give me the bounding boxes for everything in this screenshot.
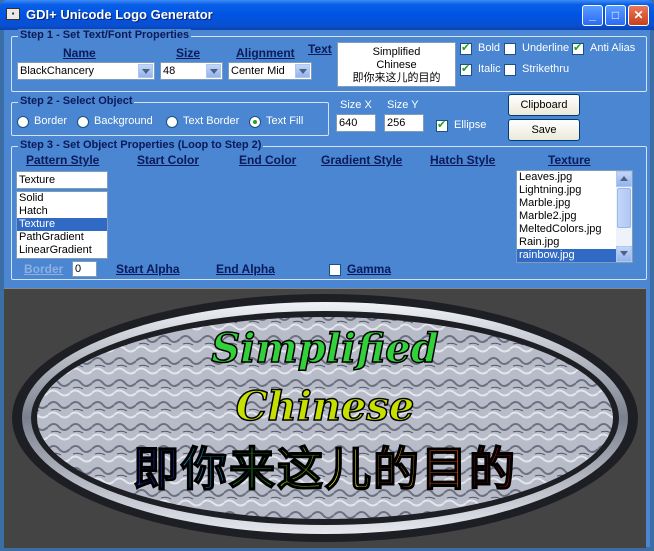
end-alpha-header[interactable]: End Alpha xyxy=(216,262,275,276)
strikethru-checkbox[interactable] xyxy=(504,64,516,76)
chevron-down-icon[interactable] xyxy=(138,64,153,78)
bold-label: Bold xyxy=(478,42,501,54)
gamma-checkbox[interactable] xyxy=(329,264,341,276)
size-y-label: Size Y xyxy=(387,99,419,111)
texture-item-leaves[interactable]: Leaves.jpg xyxy=(517,171,632,184)
size-label: Size xyxy=(176,46,201,60)
size-x-input[interactable]: 640 xyxy=(336,114,376,132)
border-label: Border xyxy=(24,262,64,276)
texture-item-rain[interactable]: Rain.jpg xyxy=(517,236,632,249)
logo-line3-char: 这 xyxy=(276,441,325,497)
italic-label: Italic xyxy=(478,63,501,75)
radio-text-fill-label: Text Fill xyxy=(266,115,304,127)
scroll-down-icon[interactable] xyxy=(616,246,632,262)
alignment-combo[interactable]: Center Mid xyxy=(228,62,312,80)
font-size-combo[interactable]: 48 xyxy=(160,62,223,80)
texture-item-lightning[interactable]: Lightning.jpg xyxy=(517,184,632,197)
pattern-item-hatch[interactable]: Hatch xyxy=(17,205,107,218)
logo-text-line3: 即你来这儿的目的 xyxy=(352,72,441,84)
radio-text-border-label: Text Border xyxy=(183,115,240,127)
radio-border[interactable] xyxy=(17,116,29,128)
logo-line1: Simplified xyxy=(211,324,440,373)
texture-item-marble[interactable]: Marble.jpg xyxy=(517,197,632,210)
step3-legend: Step 3 - Set Object Properties (Loop to … xyxy=(18,139,264,151)
scroll-thumb[interactable] xyxy=(617,188,631,228)
texture-scrollbar[interactable] xyxy=(616,171,632,262)
size-y-input[interactable]: 256 xyxy=(384,114,424,132)
logo-text-line1: Simplified xyxy=(372,46,421,58)
logo-line3-char: 你 xyxy=(180,441,229,497)
texture-item-meltedcolors[interactable]: MeltedColors.jpg xyxy=(517,223,632,236)
app-icon[interactable]: ▪ xyxy=(6,8,20,20)
texture-item-rainbow[interactable]: rainbow.jpg xyxy=(517,249,632,262)
logo-text-line2: Chinese xyxy=(376,59,417,71)
logo-line3-char: 来 xyxy=(228,441,277,497)
radio-text-fill[interactable] xyxy=(249,116,261,128)
scroll-up-icon[interactable] xyxy=(616,171,632,187)
logo-line3-char: 的 xyxy=(372,441,421,497)
pattern-item-lineargradient[interactable]: LinearGradient xyxy=(17,244,107,257)
bold-checkbox[interactable] xyxy=(460,41,472,55)
logo-line3: 即你来这儿的目的 xyxy=(4,433,646,499)
save-button[interactable]: Save xyxy=(508,119,580,141)
ellipse-label: Ellipse xyxy=(454,119,487,131)
radio-border-label: Border xyxy=(34,115,68,127)
logo-line3-char: 即 xyxy=(132,441,181,497)
pattern-item-pathgradient[interactable]: PathGradient xyxy=(17,231,107,244)
radio-background[interactable] xyxy=(77,116,89,128)
title-bar[interactable]: ▪ GDI+ Unicode Logo Generator _ □ ✕ xyxy=(0,0,654,30)
strikethru-label: Strikethru xyxy=(522,63,570,75)
step2-legend: Step 2 - Select Object xyxy=(18,95,135,107)
close-button[interactable]: ✕ xyxy=(628,5,649,26)
step1-legend: Step 1 - Set Text/Font Properties xyxy=(18,29,192,41)
ellipse-checkbox[interactable] xyxy=(436,118,448,132)
size-x-label: Size X xyxy=(340,99,372,111)
chevron-down-icon[interactable] xyxy=(295,64,310,78)
texture-list[interactable]: Leaves.jpg Lightning.jpg Marble.jpg Marb… xyxy=(516,170,633,263)
pattern-style-list[interactable]: Solid Hatch Texture PathGradient LinearG… xyxy=(16,191,108,259)
start-color-header[interactable]: Start Color xyxy=(137,153,199,167)
pattern-item-solid[interactable]: Solid xyxy=(17,192,107,205)
logo-preview: Simplified Chinese 即你来这儿的目的 xyxy=(4,288,646,548)
window-title: GDI+ Unicode Logo Generator xyxy=(26,7,213,22)
pattern-item-texture[interactable]: Texture xyxy=(17,218,107,231)
logo-line3-char: 儿 xyxy=(324,441,373,497)
start-alpha-header[interactable]: Start Alpha xyxy=(116,262,180,276)
anti-alias-label: Anti Alias xyxy=(590,42,636,54)
end-color-header[interactable]: End Color xyxy=(239,153,296,167)
radio-background-label: Background xyxy=(94,115,153,127)
hatch-style-header: Hatch Style xyxy=(430,153,496,167)
name-label: Name xyxy=(63,46,96,60)
gradient-style-header: Gradient Style xyxy=(321,153,403,167)
logo-line2: Chinese xyxy=(235,382,415,431)
font-name-value: BlackChancery xyxy=(20,65,94,77)
border-input[interactable]: 0 xyxy=(72,261,97,277)
texture-header: Texture xyxy=(548,153,591,167)
minimize-button[interactable]: _ xyxy=(582,5,603,26)
logo-text-input[interactable]: Simplified Chinese 即你来这儿的目的 xyxy=(337,42,456,87)
anti-alias-checkbox[interactable] xyxy=(572,41,584,55)
app-window: ▪ GDI+ Unicode Logo Generator _ □ ✕ Step… xyxy=(0,0,654,551)
pattern-style-header: Pattern Style xyxy=(26,153,100,167)
maximize-button[interactable]: □ xyxy=(605,5,626,26)
underline-checkbox[interactable] xyxy=(504,43,516,55)
logo-line3-char: 目 xyxy=(420,441,469,497)
font-size-value: 48 xyxy=(163,65,176,77)
chevron-down-icon[interactable] xyxy=(206,64,221,78)
gamma-label: Gamma xyxy=(347,262,392,276)
text-label: Text xyxy=(308,42,332,56)
italic-checkbox[interactable] xyxy=(460,62,472,76)
radio-text-border[interactable] xyxy=(166,116,178,128)
logo-line3-char: 的 xyxy=(468,441,517,497)
alignment-value: Center Mid xyxy=(231,65,285,77)
font-name-combo[interactable]: BlackChancery xyxy=(17,62,155,80)
underline-label: Underline xyxy=(522,42,570,54)
pattern-style-input[interactable]: Texture xyxy=(16,171,108,189)
texture-item-marble2[interactable]: Marble2.jpg xyxy=(517,210,632,223)
clipboard-button[interactable]: Clipboard xyxy=(508,94,580,116)
alignment-label: Alignment xyxy=(236,46,295,60)
